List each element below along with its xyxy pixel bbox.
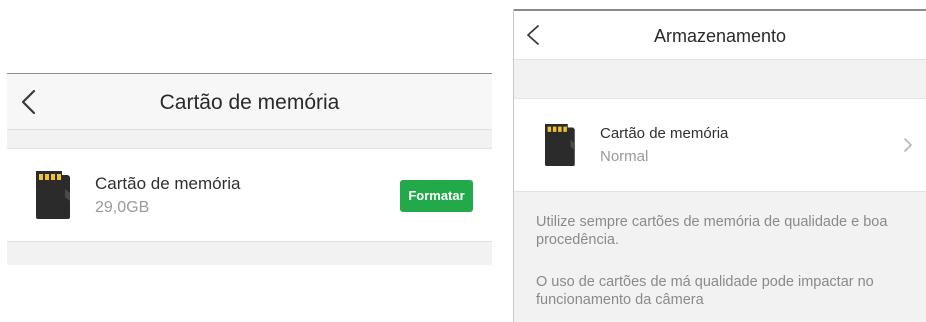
- section-gap: [7, 242, 492, 265]
- nav-header: Cartão de memória: [7, 74, 492, 130]
- memory-card-status: Normal: [600, 148, 649, 165]
- screenshot-canvas: Cartão de memória Cartão de memória 29,0…: [0, 0, 926, 322]
- memory-card-screen: Cartão de memória Cartão de memória 29,0…: [7, 73, 492, 265]
- sd-card-icon: [545, 124, 575, 166]
- memory-card-title: Cartão de memória: [95, 174, 241, 193]
- memory-card-row[interactable]: Cartão de memória Normal: [514, 98, 926, 192]
- page-title: Cartão de memória: [159, 91, 340, 114]
- info-text: Utilize sempre cartões de memória de qua…: [536, 214, 888, 248]
- format-button[interactable]: Formatar: [400, 180, 473, 212]
- chevron-right-icon: [904, 138, 912, 152]
- memory-card-row: Cartão de memória 29,0GB Formatar: [7, 149, 492, 242]
- memory-card-capacity: 29,0GB: [95, 199, 150, 216]
- sd-card-icon: [36, 171, 70, 219]
- storage-screen: Armazenamento Cartão de memória Normal U…: [513, 9, 926, 322]
- info-text: O uso de cartões de má qualidade pode im…: [536, 274, 874, 308]
- page-title: Armazenamento: [653, 26, 787, 46]
- nav-header: Armazenamento: [514, 11, 926, 60]
- memory-card-title: Cartão de memória: [600, 125, 729, 142]
- section-gap: [7, 130, 492, 149]
